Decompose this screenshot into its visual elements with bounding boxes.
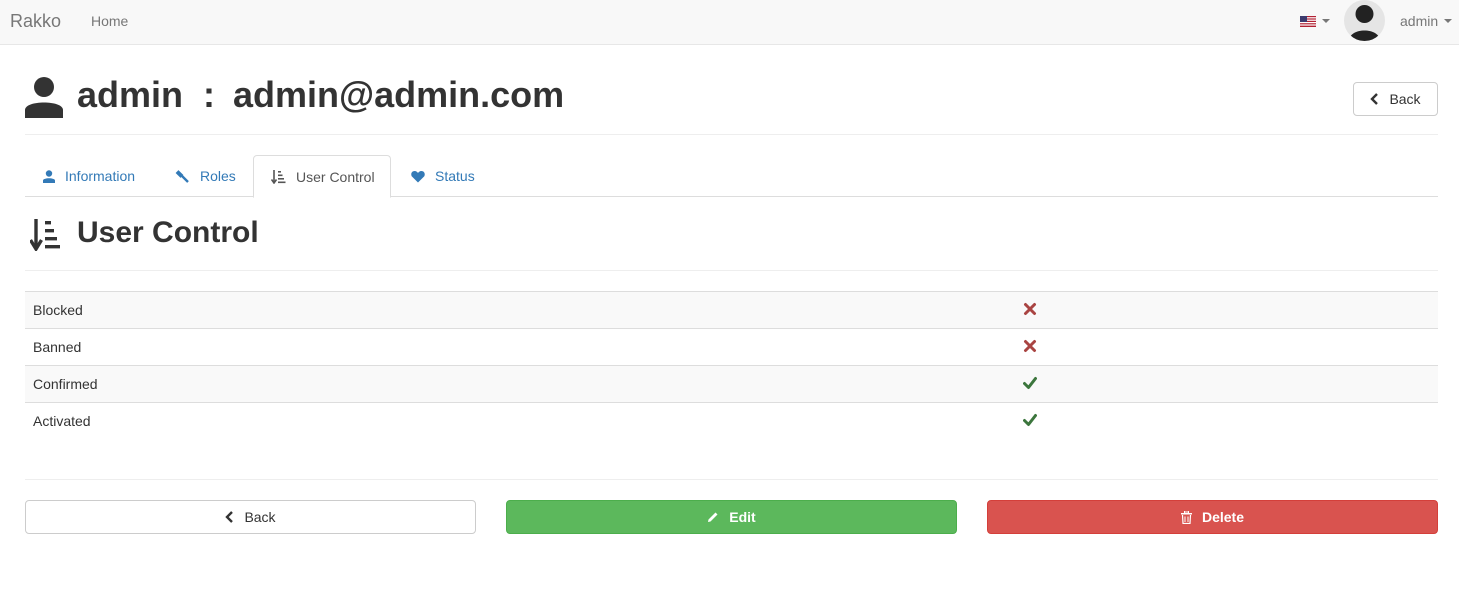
tab-user-control[interactable]: User Control bbox=[253, 155, 391, 198]
back-button-label: Back bbox=[244, 509, 276, 525]
top-navbar: Rakko Home admin bbox=[0, 0, 1459, 45]
avatar[interactable] bbox=[1344, 0, 1385, 41]
user-menu-dropdown[interactable]: admin bbox=[1400, 13, 1453, 29]
row-label-activated: Activated bbox=[33, 413, 91, 429]
table-row: Confirmed bbox=[25, 366, 1438, 403]
tab-roles[interactable]: Roles bbox=[162, 155, 252, 197]
tab-roles-label: Roles bbox=[200, 168, 236, 184]
pencil-icon bbox=[708, 512, 718, 522]
trash-icon bbox=[1180, 510, 1192, 524]
user-control-table: Blocked Banned Confirmed Activated bbox=[25, 291, 1438, 440]
us-flag-icon bbox=[1300, 15, 1316, 27]
language-dropdown[interactable] bbox=[1300, 14, 1330, 28]
cross-icon bbox=[1024, 303, 1036, 315]
page-title-username: admin bbox=[77, 74, 184, 115]
delete-button-label: Delete bbox=[1201, 509, 1245, 525]
chevron-down-icon bbox=[1322, 19, 1330, 23]
tab-status-label: Status bbox=[435, 168, 475, 184]
tab-user-control-label: User Control bbox=[296, 168, 375, 185]
sort-amount-icon bbox=[271, 169, 286, 184]
brand-link[interactable]: Rakko bbox=[10, 11, 61, 32]
delete-button[interactable]: Delete bbox=[987, 500, 1438, 534]
divider bbox=[25, 479, 1438, 480]
edit-button[interactable]: Edit bbox=[506, 500, 957, 534]
page-title-email: admin@admin.com bbox=[233, 74, 565, 115]
tab-status[interactable]: Status bbox=[395, 155, 495, 197]
tab-bar: Information Roles User Control Status bbox=[25, 155, 1438, 198]
row-label-banned: Banned bbox=[33, 339, 82, 355]
table-row: Banned bbox=[25, 329, 1438, 366]
page-header: admin: admin@admin.com Back bbox=[25, 70, 1438, 135]
tab-information-label: Information bbox=[65, 168, 136, 184]
nav-home-link[interactable]: Home bbox=[91, 13, 128, 29]
chevron-down-icon bbox=[1444, 19, 1453, 23]
edit-button-label: Edit bbox=[729, 509, 756, 525]
page-title: admin: admin@admin.com bbox=[77, 74, 564, 116]
user-avatar-icon bbox=[1349, 5, 1380, 41]
tab-information[interactable]: Information bbox=[25, 155, 155, 197]
check-icon bbox=[1023, 414, 1037, 426]
page-title-separator: : bbox=[203, 74, 216, 115]
chevron-left-icon bbox=[1370, 93, 1379, 105]
table-row: Activated bbox=[25, 403, 1438, 440]
header-back-button[interactable]: Back bbox=[1353, 82, 1438, 116]
chevron-left-icon bbox=[225, 511, 234, 523]
heart-icon bbox=[411, 170, 425, 182]
user-icon bbox=[25, 77, 63, 118]
row-label-confirmed: Confirmed bbox=[33, 376, 98, 392]
section-title: User Control bbox=[77, 216, 259, 249]
gavel-icon bbox=[175, 170, 189, 183]
back-button[interactable]: Back bbox=[25, 500, 476, 534]
check-icon bbox=[1023, 377, 1037, 389]
sort-amount-icon bbox=[30, 219, 60, 251]
user-icon bbox=[43, 169, 55, 183]
section-header: User Control bbox=[25, 213, 1438, 271]
user-menu-label: admin bbox=[1400, 13, 1439, 29]
header-back-label: Back bbox=[1389, 91, 1421, 107]
table-row: Blocked bbox=[25, 292, 1438, 329]
cross-icon bbox=[1024, 340, 1036, 352]
row-label-blocked: Blocked bbox=[33, 302, 83, 318]
